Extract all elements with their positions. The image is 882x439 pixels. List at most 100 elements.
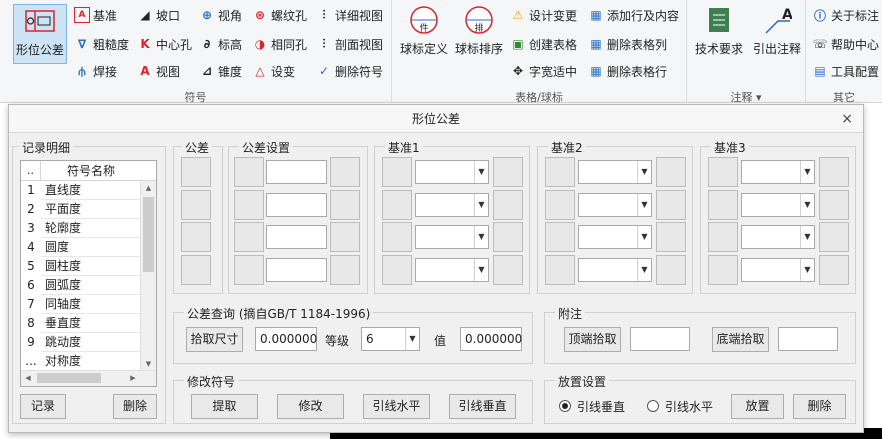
datum3-left-cell-4[interactable] [708, 255, 738, 285]
datum1-select-3[interactable]: ▼ [415, 225, 489, 249]
leader-note-button[interactable]: A 引出注释 [749, 4, 805, 57]
list-item[interactable]: 2 平面度 [21, 200, 156, 219]
leader-horizontal-button[interactable]: 引线水平 [363, 394, 430, 419]
datum3-left-cell-1[interactable] [708, 157, 738, 187]
datum2-left-cell-1[interactable] [545, 157, 575, 187]
records-list[interactable]: .. 符号名称 1 直线度 2 平面度 3 轮廓度 4 圆度 5 圆柱度 6 圆弧度 7 同轴度 8 垂直度 9… [20, 160, 157, 387]
tolerance-prefix-cell-2[interactable] [234, 190, 264, 220]
modify-button[interactable]: 修改 [277, 394, 344, 419]
datum3-select-1[interactable]: ▼ [741, 160, 815, 184]
geometric-tolerance-button[interactable]: 形位公差 [13, 4, 67, 64]
dialog-titlebar[interactable]: 形位公差 × [9, 105, 863, 133]
datum2-right-cell-3[interactable] [656, 222, 686, 252]
datum3-right-cell-2[interactable] [819, 190, 849, 220]
datum2-left-cell-3[interactable] [545, 222, 575, 252]
tolerance-symbol-cell-4[interactable] [181, 255, 211, 285]
ribbon-item-center-hole[interactable]: K 中心孔 [137, 33, 192, 55]
ribbon-item-same-hole[interactable]: ◑ 相同孔 [252, 33, 307, 55]
tolerance-prefix-cell-1[interactable] [234, 157, 264, 187]
ribbon-item-delete-col[interactable]: ▦ 删除表格列 [588, 33, 667, 55]
datum3-right-cell-4[interactable] [819, 255, 849, 285]
datum2-left-cell-4[interactable] [545, 255, 575, 285]
ribbon-item-elevation[interactable]: ∂ 标高 [199, 33, 242, 55]
ribbon-item-taper[interactable]: ⊿ 锥度 [199, 60, 242, 82]
size-value-field[interactable]: 0.000000 [255, 327, 317, 351]
tolerance-prefix-cell-3[interactable] [234, 222, 264, 252]
bottom-pick-button[interactable]: 底端拾取 [712, 327, 769, 352]
radio-leader-vertical[interactable] [559, 400, 571, 412]
list-item[interactable]: 4 圆度 [21, 238, 156, 257]
ribbon-item-design-change[interactable]: ⚠ 设计变更 [510, 4, 577, 26]
datum2-right-cell-1[interactable] [656, 157, 686, 187]
datum1-left-cell-3[interactable] [382, 222, 412, 252]
datum1-left-cell-1[interactable] [382, 157, 412, 187]
datum3-right-cell-3[interactable] [819, 222, 849, 252]
tolerance-value-field-3[interactable] [266, 225, 327, 249]
tolerance-value-field-2[interactable] [266, 193, 327, 217]
datum1-select-2[interactable]: ▼ [415, 193, 489, 217]
balloon-define-button[interactable]: 件 球标定义 [398, 4, 450, 57]
ribbon-item-roughness[interactable]: ∇ 粗糙度 [74, 33, 129, 55]
ribbon-item-view[interactable]: A 视图 [137, 60, 180, 82]
radio-leader-horizontal[interactable] [647, 400, 659, 412]
ribbon-item-weld[interactable]: ⫛ 焊接 [74, 60, 117, 82]
vertical-scrollbar[interactable]: ▲ ▼ [140, 181, 156, 371]
datum1-right-cell-3[interactable] [493, 222, 523, 252]
datum1-select-4[interactable]: ▼ [415, 258, 489, 282]
extract-button[interactable]: 提取 [191, 394, 258, 419]
tolerance-symbol-cell-3[interactable] [181, 222, 211, 252]
top-note-field[interactable] [630, 327, 690, 351]
list-item[interactable]: 8 垂直度 [21, 314, 156, 333]
ribbon-item-detail-view[interactable]: ⫶ 详细视图 [316, 4, 383, 26]
place-button[interactable]: 放置 [731, 394, 784, 419]
tech-requirement-button[interactable]: 技术要求 [691, 4, 747, 57]
tolerance-suffix-cell-4[interactable] [330, 255, 360, 285]
datum1-right-cell-1[interactable] [493, 157, 523, 187]
tolerance-value-field-4[interactable] [266, 258, 327, 282]
scroll-right-icon[interactable]: ▶ [126, 371, 140, 386]
close-icon[interactable]: × [841, 105, 853, 133]
datum1-left-cell-2[interactable] [382, 190, 412, 220]
ribbon-item-about[interactable]: ⓘ 关于标注 [812, 4, 879, 26]
tolerance-suffix-cell-1[interactable] [330, 157, 360, 187]
datum3-select-2[interactable]: ▼ [741, 193, 815, 217]
scroll-thumb-h[interactable] [37, 373, 101, 383]
list-item[interactable]: 6 圆弧度 [21, 276, 156, 295]
list-item[interactable]: 3 轮廓度 [21, 219, 156, 238]
datum3-left-cell-3[interactable] [708, 222, 738, 252]
ribbon-item-fit-width[interactable]: ✥ 字宽适中 [510, 60, 577, 82]
datum2-right-cell-4[interactable] [656, 255, 686, 285]
leader-vertical-button[interactable]: 引线垂直 [449, 394, 516, 419]
result-value-field[interactable]: 0.000000 [460, 327, 522, 351]
datum3-right-cell-1[interactable] [819, 157, 849, 187]
list-item[interactable]: 7 同轴度 [21, 295, 156, 314]
scroll-up-icon[interactable]: ▲ [141, 181, 156, 195]
pick-size-button[interactable]: 拾取尺寸 [186, 327, 243, 352]
datum3-left-cell-2[interactable] [708, 190, 738, 220]
top-pick-button[interactable]: 顶端拾取 [564, 327, 621, 352]
record-button[interactable]: 记录 [20, 394, 66, 419]
ribbon-item-tool-config[interactable]: ▤ 工具配置 [812, 60, 879, 82]
datum2-right-cell-2[interactable] [656, 190, 686, 220]
scroll-thumb[interactable] [143, 197, 154, 272]
ribbon-item-design-change-sym[interactable]: △ 设变 [252, 60, 295, 82]
datum2-select-1[interactable]: ▼ [578, 160, 652, 184]
ribbon-item-create-table[interactable]: ▣ 创建表格 [510, 33, 577, 55]
tolerance-prefix-cell-4[interactable] [234, 255, 264, 285]
bottom-note-field[interactable] [778, 327, 838, 351]
scroll-down-icon[interactable]: ▼ [141, 357, 156, 371]
datum1-right-cell-4[interactable] [493, 255, 523, 285]
datum3-select-4[interactable]: ▼ [741, 258, 815, 282]
datum2-select-2[interactable]: ▼ [578, 193, 652, 217]
datum1-right-cell-2[interactable] [493, 190, 523, 220]
tolerance-symbol-cell-2[interactable] [181, 190, 211, 220]
list-item[interactable]: ... 对称度 [21, 352, 156, 371]
datum2-left-cell-2[interactable] [545, 190, 575, 220]
ribbon-item-delete-row[interactable]: ▦ 删除表格行 [588, 60, 667, 82]
ribbon-item-view-angle[interactable]: ⊕ 视角 [199, 4, 242, 26]
place-delete-button[interactable]: 删除 [793, 394, 846, 419]
ribbon-item-datum[interactable]: A 基准 [74, 4, 117, 26]
ribbon-item-delete-symbol[interactable]: ✓ 删除符号 [316, 60, 383, 82]
ribbon-item-thread-hole[interactable]: ⊛ 螺纹孔 [252, 4, 307, 26]
datum2-select-3[interactable]: ▼ [578, 225, 652, 249]
